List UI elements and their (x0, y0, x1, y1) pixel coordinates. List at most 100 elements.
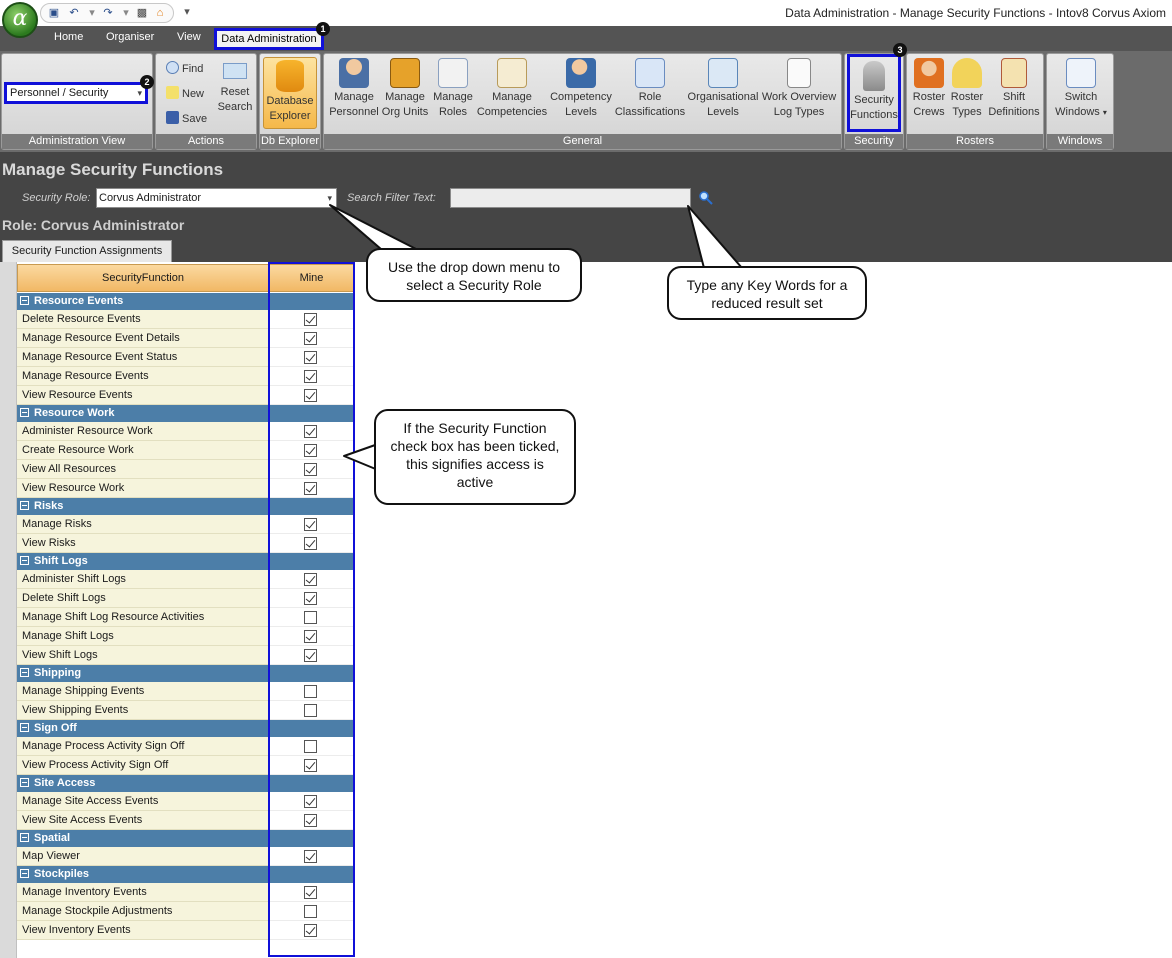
table-row[interactable]: Manage Process Activity Sign Off (17, 737, 354, 756)
table-row[interactable]: View All Resources (17, 460, 354, 479)
security-functions-button[interactable]: Security Functions (847, 54, 901, 132)
table-row[interactable]: Delete Resource Events (17, 310, 354, 329)
table-row[interactable]: Manage Resource Event Details (17, 329, 354, 348)
manage-competencies-button[interactable]: Manage Competencies (476, 58, 548, 120)
database-explorer-button[interactable]: Database Explorer (263, 57, 317, 129)
undo-icon[interactable]: ↶ (67, 7, 81, 20)
table-row[interactable]: Administer Shift Logs (17, 570, 354, 589)
collapse-icon[interactable] (20, 833, 29, 842)
find-button[interactable]: Find (166, 61, 203, 77)
table-row[interactable]: View Shipping Events (17, 701, 354, 720)
collapse-icon[interactable] (20, 723, 29, 732)
mine-checkbox[interactable] (304, 332, 317, 345)
mine-checkbox[interactable] (304, 704, 317, 717)
table-row[interactable]: Administer Resource Work (17, 422, 354, 441)
customize-toolbar-icon[interactable]: ▾ (180, 6, 194, 19)
table-row[interactable]: Manage Resource Events (17, 367, 354, 386)
manage-personnel-button[interactable]: Manage Personnel (328, 58, 380, 120)
organisational-levels-button[interactable]: Organisational Levels (686, 58, 760, 120)
mine-checkbox[interactable] (304, 370, 317, 383)
table-row[interactable]: Delete Shift Logs (17, 589, 354, 608)
collapse-icon[interactable] (20, 556, 29, 565)
manage-roles-button[interactable]: Manage Roles (430, 58, 476, 120)
mine-checkbox[interactable] (304, 905, 317, 918)
group-row[interactable]: Resource Events (17, 293, 354, 310)
table-row[interactable]: View Resource Events (17, 386, 354, 405)
dropdown-arrow-icon[interactable]: ▾ (85, 7, 99, 20)
security-role-select[interactable]: Corvus Administrator ▾ (96, 188, 337, 208)
mine-checkbox[interactable] (304, 482, 317, 495)
work-overview-log-types-button[interactable]: Work Overview Log Types (760, 58, 838, 120)
mine-checkbox[interactable] (304, 425, 317, 438)
roster-types-button[interactable]: Roster Types (948, 58, 986, 120)
collapse-icon[interactable] (20, 869, 29, 878)
shift-definitions-button[interactable]: Shift Definitions (986, 58, 1042, 120)
table-row[interactable]: Manage Site Access Events (17, 792, 354, 811)
mine-checkbox[interactable] (304, 351, 317, 364)
group-row[interactable]: Spatial (17, 830, 354, 847)
table-row[interactable]: Manage Shipping Events (17, 682, 354, 701)
switch-windows-button[interactable]: Switch Windows ▾ (1051, 58, 1111, 120)
mine-checkbox[interactable] (304, 389, 317, 402)
competency-levels-button[interactable]: Competency Levels (548, 58, 614, 120)
group-row[interactable]: Shipping (17, 665, 354, 682)
save-button[interactable]: Save (166, 111, 207, 127)
redo-icon[interactable]: ↷ (101, 7, 115, 20)
mine-checkbox[interactable] (304, 630, 317, 643)
table-row[interactable]: View Resource Work (17, 479, 354, 498)
mine-checkbox[interactable] (304, 814, 317, 827)
mine-checkbox[interactable] (304, 795, 317, 808)
mine-checkbox[interactable] (304, 886, 317, 899)
tab-home[interactable]: Home (54, 31, 83, 43)
table-row[interactable]: Manage Inventory Events (17, 883, 354, 902)
table-row[interactable]: Manage Risks (17, 515, 354, 534)
collapse-icon[interactable] (20, 408, 29, 417)
mine-checkbox[interactable] (304, 592, 317, 605)
collapse-icon[interactable] (20, 501, 29, 510)
roster-crews-button[interactable]: Roster Crews (910, 58, 948, 120)
collapse-icon[interactable] (20, 668, 29, 677)
mine-checkbox[interactable] (304, 444, 317, 457)
app-logo-icon[interactable]: α (2, 2, 38, 38)
collapse-icon[interactable] (20, 296, 29, 305)
mine-checkbox[interactable] (304, 850, 317, 863)
administration-view-select[interactable]: Personnel / Security ▾ (4, 82, 148, 104)
mine-checkbox[interactable] (304, 649, 317, 662)
table-row[interactable]: Manage Stockpile Adjustments (17, 902, 354, 921)
table-row[interactable]: View Process Activity Sign Off (17, 756, 354, 775)
search-icon[interactable] (698, 190, 714, 206)
mine-checkbox[interactable] (304, 313, 317, 326)
dropdown-arrow-icon[interactable]: ▾ (119, 7, 133, 20)
table-row[interactable]: View Shift Logs (17, 646, 354, 665)
save-icon[interactable]: ▣ (47, 7, 61, 20)
group-row[interactable]: Shift Logs (17, 553, 354, 570)
group-row[interactable]: Site Access (17, 775, 354, 792)
collapse-icon[interactable] (20, 778, 29, 787)
mine-checkbox[interactable] (304, 685, 317, 698)
mine-checkbox[interactable] (304, 573, 317, 586)
tab-security-function-assignments[interactable]: Security Function Assignments (2, 240, 172, 262)
table-row[interactable]: Create Resource Work (17, 441, 354, 460)
tab-data-administration[interactable]: Data Administration (214, 28, 324, 50)
group-row[interactable]: Risks (17, 498, 354, 515)
mine-checkbox[interactable] (304, 537, 317, 550)
table-row[interactable]: Manage Shift Log Resource Activities (17, 608, 354, 627)
clipboard-icon[interactable]: ▩ (135, 7, 149, 20)
group-row[interactable]: Stockpiles (17, 866, 354, 883)
mine-checkbox[interactable] (304, 924, 317, 937)
mine-checkbox[interactable] (304, 463, 317, 476)
table-row[interactable]: View Risks (17, 534, 354, 553)
mine-checkbox[interactable] (304, 518, 317, 531)
column-header-security-function[interactable]: SecurityFunction (17, 264, 269, 292)
manage-org-units-button[interactable]: Manage Org Units (380, 58, 430, 120)
mine-checkbox[interactable] (304, 740, 317, 753)
mine-checkbox[interactable] (304, 611, 317, 624)
tab-organiser[interactable]: Organiser (106, 31, 154, 43)
group-row[interactable]: Resource Work (17, 405, 354, 422)
new-button[interactable]: New (166, 86, 204, 102)
column-header-mine[interactable]: Mine (269, 264, 354, 292)
home-icon[interactable]: ⌂ (153, 7, 167, 20)
table-row[interactable]: Map Viewer (17, 847, 354, 866)
group-row[interactable]: Sign Off (17, 720, 354, 737)
reset-search-button[interactable]: Reset Search (216, 63, 254, 115)
